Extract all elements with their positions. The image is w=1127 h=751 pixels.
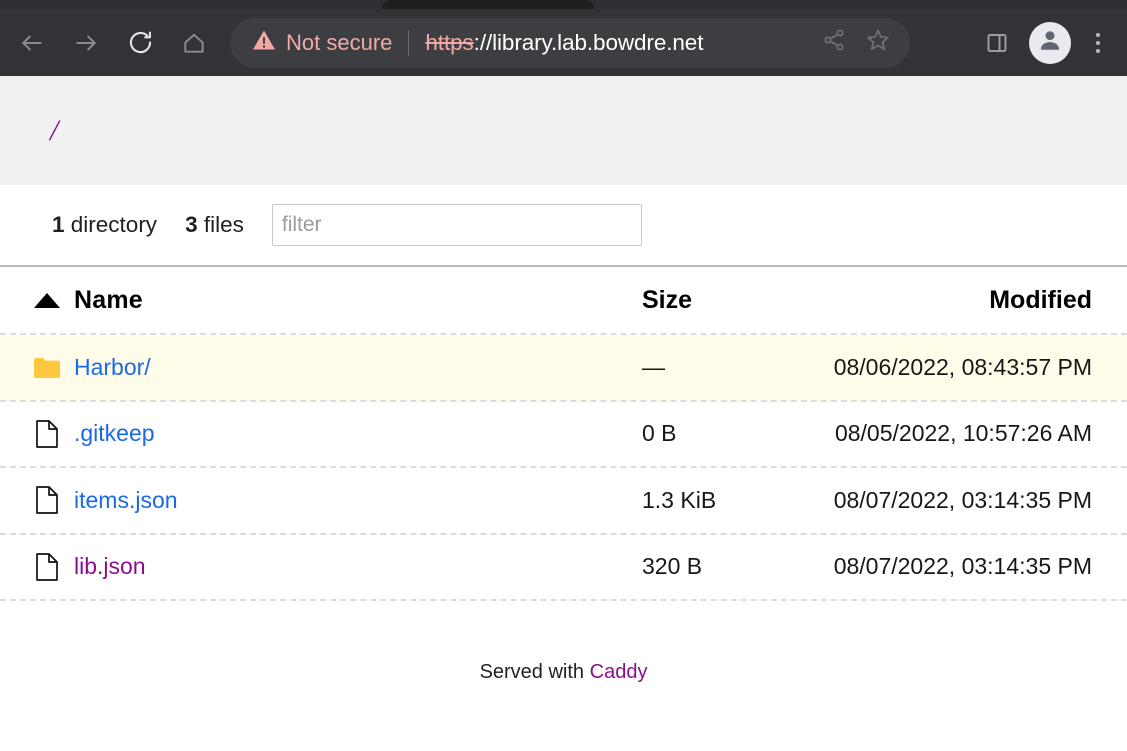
back-button[interactable] xyxy=(10,21,54,65)
bookmark-button[interactable] xyxy=(856,21,900,65)
row-size-cell: 320 B xyxy=(642,553,703,580)
sort-ascending-caret-icon[interactable] xyxy=(34,292,60,308)
filter-input[interactable] xyxy=(271,204,642,246)
column-header-size[interactable]: Size xyxy=(642,286,792,315)
reload-button[interactable] xyxy=(118,21,162,65)
listing-meta-row: 1 directory 3 files xyxy=(0,185,1127,265)
page-footer: Served with Caddy xyxy=(0,661,1127,684)
breadcrumb-root[interactable]: / xyxy=(50,114,58,148)
share-icon xyxy=(822,28,846,57)
file-count-value: 3 xyxy=(185,212,198,237)
file-count-label: files xyxy=(203,212,244,237)
row-size-cell: 0 B xyxy=(642,420,677,447)
arrow-left-icon xyxy=(19,30,45,56)
url-scheme-strikethrough: https xyxy=(425,29,474,55)
table-row[interactable]: .gitkeep 0 B 08/05/2022, 10:57:26 AM xyxy=(0,402,1127,468)
tab-strip xyxy=(0,0,1127,9)
arrow-right-icon xyxy=(73,30,99,56)
row-modified-cell: 08/07/2022, 03:14:35 PM xyxy=(833,486,1092,513)
address-bar[interactable]: Not secure https://library.lab.bowdre.ne… xyxy=(230,17,910,68)
toolbar-right-controls xyxy=(965,21,1127,65)
file-icon xyxy=(34,419,60,449)
directory-count: 1 directory xyxy=(52,212,157,238)
file-count: 3 files xyxy=(185,212,244,238)
side-panel-button[interactable] xyxy=(975,21,1019,65)
row-name-cell: .gitkeep xyxy=(34,419,642,449)
row-size-cell: 1.3 KiB xyxy=(642,486,717,513)
browser-toolbar: Not secure https://library.lab.bowdre.ne… xyxy=(0,9,1127,76)
url-host: ://library.lab.bowdre.net xyxy=(473,29,704,55)
row-modified-cell: 08/06/2022, 08:43:57 PM xyxy=(833,353,1092,380)
folder-icon xyxy=(34,352,60,382)
url-text[interactable]: https://library.lab.bowdre.net xyxy=(425,30,703,56)
directory-count-value: 1 xyxy=(52,212,65,237)
side-panel-icon xyxy=(985,31,1009,55)
column-header-modified[interactable]: Modified xyxy=(792,286,1092,315)
reload-icon xyxy=(127,29,154,56)
page-header: / xyxy=(0,76,1127,185)
home-button[interactable] xyxy=(172,21,216,65)
column-header-name-label: Name xyxy=(74,285,143,314)
three-dot-menu-button[interactable] xyxy=(1081,21,1115,65)
footer-text: Served with xyxy=(479,661,585,683)
home-icon xyxy=(181,30,207,56)
file-icon xyxy=(34,552,60,582)
table-row[interactable]: items.json 1.3 KiB 08/07/2022, 03:14:35 … xyxy=(0,468,1127,535)
omnibox-actions xyxy=(812,18,900,68)
row-name-link[interactable]: Harbor/ xyxy=(74,354,151,381)
directory-count-label: directory xyxy=(70,212,158,237)
column-header-name[interactable]: Name xyxy=(34,286,642,315)
security-indicator[interactable]: Not secure xyxy=(252,29,392,56)
row-name-cell: items.json xyxy=(34,485,642,515)
warning-triangle-icon xyxy=(252,29,276,56)
row-modified-cell: 08/05/2022, 10:57:26 AM xyxy=(834,420,1092,447)
omnibox-divider xyxy=(408,29,410,56)
table-row[interactable]: Harbor/ — 08/06/2022, 08:43:57 PM xyxy=(0,335,1127,402)
profile-button[interactable] xyxy=(1029,21,1071,64)
row-modified-cell: 08/07/2022, 03:14:35 PM xyxy=(833,553,1092,580)
file-listing-table: Name Size Modified Harbor/ — 08/06/2022,… xyxy=(0,265,1127,601)
table-row[interactable]: lib.json 320 B 08/07/2022, 03:14:35 PM xyxy=(0,535,1127,601)
row-name-cell: lib.json xyxy=(34,552,642,582)
browser-tab[interactable] xyxy=(382,0,594,9)
file-listing-page: / 1 directory 3 files Name Size Modified… xyxy=(0,76,1127,751)
security-label: Not secure xyxy=(286,29,393,55)
row-name-link[interactable]: lib.json xyxy=(74,553,146,580)
caddy-link[interactable]: Caddy xyxy=(590,661,648,683)
table-header-row: Name Size Modified xyxy=(0,267,1127,335)
row-name-link[interactable]: items.json xyxy=(74,487,178,514)
forward-button[interactable] xyxy=(64,21,108,65)
row-name-link[interactable]: .gitkeep xyxy=(74,420,155,447)
row-name-cell: Harbor/ xyxy=(34,352,642,382)
star-icon xyxy=(865,27,891,58)
profile-avatar-icon xyxy=(1037,27,1063,58)
file-icon xyxy=(34,485,60,515)
row-size-cell: — xyxy=(642,353,665,380)
share-button[interactable] xyxy=(812,21,856,65)
browser-chrome: Not secure https://library.lab.bowdre.ne… xyxy=(0,0,1127,76)
